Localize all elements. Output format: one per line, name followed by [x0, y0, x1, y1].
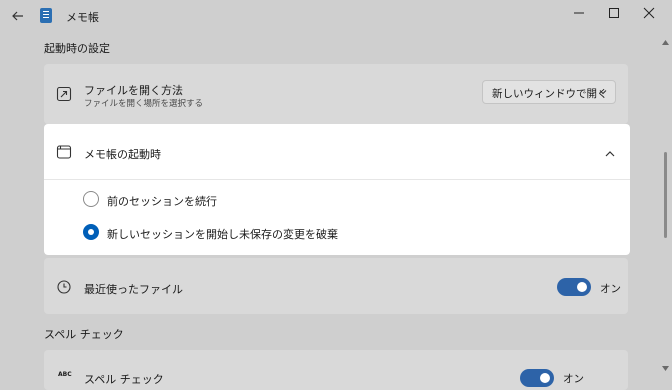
maximize-icon[interactable] — [603, 4, 625, 22]
open-file-icon — [56, 86, 72, 102]
scrollbar-thumb[interactable] — [664, 152, 667, 238]
chevron-up-icon[interactable] — [602, 146, 618, 162]
window-icon — [56, 145, 72, 159]
open-file-subtitle: ファイルを開く場所を選択する — [84, 99, 204, 109]
recent-files-toggle-label: オン — [600, 283, 621, 295]
section-heading-startup: 起動時の設定 — [44, 42, 110, 55]
close-icon[interactable] — [638, 4, 660, 22]
radio-new-session[interactable] — [83, 224, 99, 240]
clock-icon — [57, 280, 71, 294]
minimize-icon[interactable] — [568, 4, 590, 22]
spell-check-toggle[interactable] — [520, 369, 554, 387]
app-title: メモ帳 — [66, 11, 99, 24]
option-new-session-label[interactable]: 新しいセッションを開始し未保存の変更を破棄 — [107, 226, 338, 242]
scroll-up-icon[interactable] — [662, 40, 669, 45]
chevron-down-icon — [599, 90, 607, 95]
recent-files-title: 最近使ったファイル — [84, 283, 183, 296]
spell-check-toggle-label: オン — [563, 373, 584, 385]
section-heading-spell: スペル チェック — [44, 328, 124, 341]
recent-files-toggle[interactable] — [557, 278, 591, 296]
back-arrow-icon[interactable] — [10, 8, 26, 24]
scroll-down-icon[interactable] — [662, 366, 669, 371]
title-bar: メモ帳 — [0, 0, 672, 32]
expander-divider — [44, 179, 630, 180]
spell-check-icon: ABC — [58, 371, 72, 378]
open-file-dropdown[interactable]: 新しいウィンドウで開く — [482, 80, 616, 104]
option-continue-session-label[interactable]: 前のセッションを続行 — [107, 193, 217, 209]
open-file-title: ファイルを開く方法 — [84, 84, 183, 97]
notepad-startup-title[interactable]: メモ帳の起動時 — [84, 146, 161, 162]
spell-check-title: スペル チェック — [84, 373, 164, 386]
radio-continue-session[interactable] — [83, 191, 99, 207]
notepad-app-icon — [40, 8, 52, 23]
open-file-dropdown-value: 新しいウィンドウで開く — [492, 88, 608, 100]
